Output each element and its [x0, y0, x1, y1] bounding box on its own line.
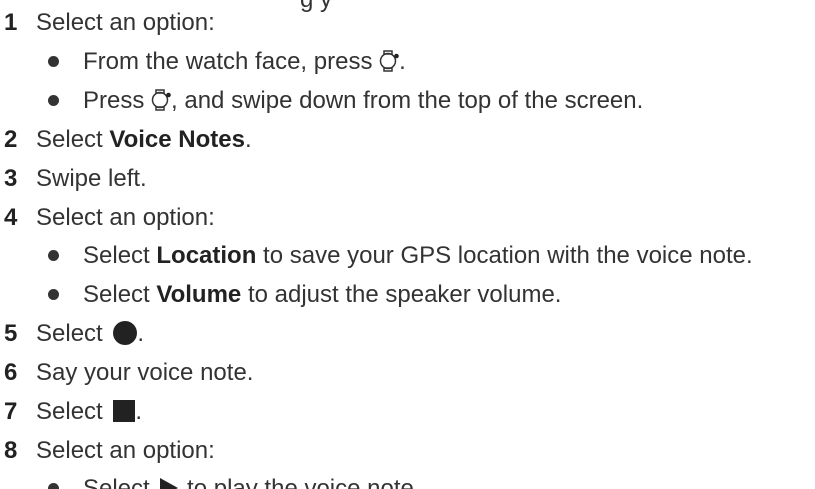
step-text: Swipe left.: [36, 165, 147, 192]
option-location: Location: [156, 242, 257, 269]
step-4-bullet-2: Select Volume to adjust the speaker volu…: [48, 280, 561, 310]
step-number: 6: [4, 359, 18, 386]
bullet-dot: [48, 241, 83, 271]
bullet-text-before: From the watch face, press: [83, 48, 380, 75]
step-1: 1 Select an option:: [4, 8, 215, 38]
step-number: 2: [4, 126, 18, 153]
bullet-text-before: Press: [83, 87, 152, 114]
play-icon: [160, 477, 179, 489]
bullet-text-after: to play the voice note.: [180, 475, 421, 489]
step-number: 4: [4, 204, 18, 231]
bullet-text-before: Select: [83, 281, 157, 308]
step-8-bullet-1: Select to play the voice note.: [48, 474, 421, 489]
step-text-after: .: [135, 398, 143, 425]
step-text-before: Select: [36, 398, 110, 425]
bullet-dot: [48, 86, 83, 116]
step-5: 5 Select .: [4, 319, 144, 349]
bullet-text-after: .: [399, 48, 406, 75]
watch-button-icon: [151, 88, 171, 111]
step-text: Say your voice note.: [36, 359, 254, 386]
step-text-after: .: [244, 126, 252, 153]
bullet-dot: [48, 280, 83, 310]
step-text-before: Select: [36, 126, 110, 153]
bullet-dot: [48, 47, 83, 77]
bullet-text-after: to adjust the speaker volume.: [241, 281, 562, 308]
step-number: 3: [4, 165, 18, 192]
step-number: 1: [4, 9, 18, 36]
step-2: 2 Select Voice Notes.: [4, 125, 252, 155]
bullet-text-before: Select: [83, 242, 157, 269]
bullet-dot: [48, 474, 83, 489]
step-text: Select an option:: [36, 204, 215, 231]
bullet-text-after: to save your GPS location with the voice…: [256, 242, 753, 269]
record-icon: [113, 320, 138, 345]
watch-button-icon: [379, 49, 399, 72]
step-4-bullet-1: Select Location to save your GPS locatio…: [48, 241, 753, 271]
step-8: 8 Select an option:: [4, 436, 215, 466]
menu-name-voice-notes: Voice Notes: [109, 126, 245, 153]
stop-icon: [113, 399, 136, 422]
step-1-bullet-1: From the watch face, press .: [48, 47, 406, 77]
step-6: 6 Say your voice note.: [4, 358, 253, 388]
step-7: 7 Select .: [4, 397, 142, 427]
step-3: 3 Swipe left.: [4, 164, 147, 194]
step-4: 4 Select an option:: [4, 203, 215, 233]
step-text: Select an option:: [36, 437, 215, 464]
step-text-after: .: [137, 320, 145, 347]
step-number: 7: [4, 398, 18, 425]
instruction-document: g y 1 Select an option: From the watch fa…: [0, 0, 815, 489]
step-1-bullet-2: Press , and swipe down from the top of t…: [48, 86, 643, 116]
cut-off-heading: g y: [300, 0, 332, 14]
step-number: 5: [4, 320, 18, 347]
option-volume: Volume: [156, 281, 242, 308]
step-number: 8: [4, 437, 18, 464]
step-text: Select an option:: [36, 9, 215, 36]
bullet-text-before: Select: [83, 475, 157, 489]
step-text-before: Select: [36, 320, 110, 347]
bullet-text-after: , and swipe down from the top of the scr…: [171, 87, 644, 114]
